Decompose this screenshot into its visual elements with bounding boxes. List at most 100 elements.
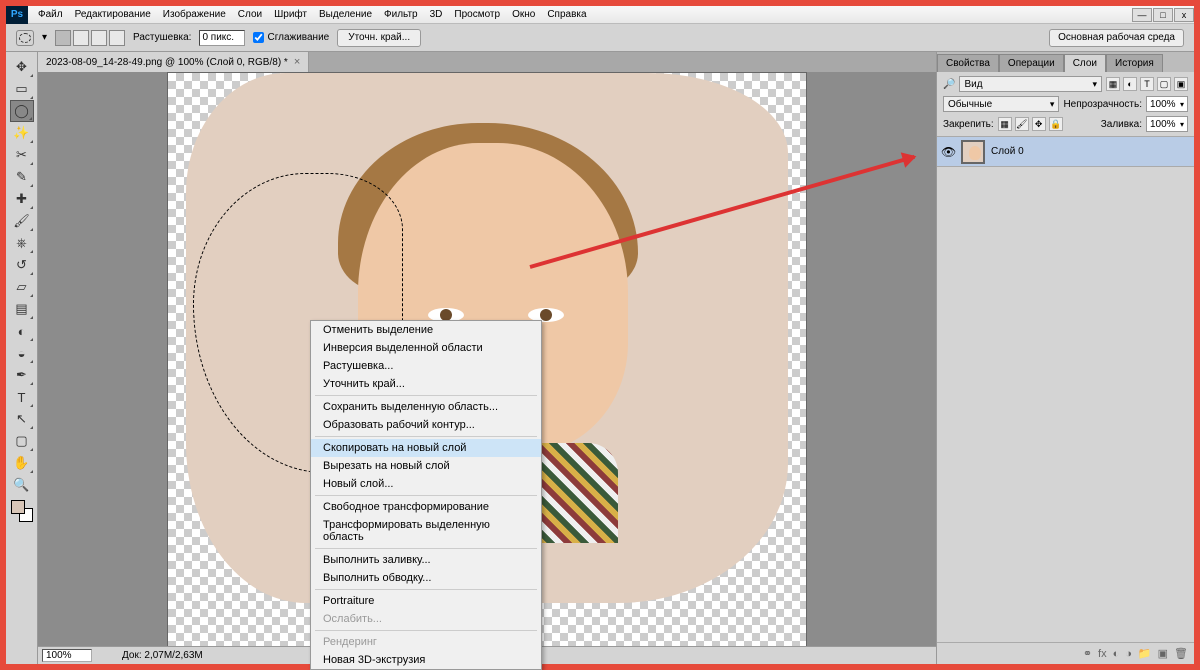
lock-move-icon[interactable]: ✥ (1032, 117, 1046, 131)
antialias-checkbox[interactable]: Сглаживание (253, 32, 329, 43)
context-menu-item[interactable]: Отменить выделение (311, 321, 541, 339)
menu-layers[interactable]: Слои (238, 9, 262, 20)
context-menu-item[interactable]: Уточнить край... (311, 375, 541, 393)
lasso-tool-icon[interactable] (16, 30, 34, 46)
menu-3d[interactable]: 3D (430, 9, 443, 20)
context-menu-item[interactable]: Новый слой... (311, 475, 541, 493)
document-tab[interactable]: 2023-08-09_14-28-49.png @ 100% (Слой 0, … (38, 52, 309, 72)
search-icon[interactable]: 🔎 (943, 79, 955, 90)
shape-tool[interactable]: ▢ (10, 430, 34, 452)
zoom-level[interactable]: 100% (42, 649, 92, 662)
tab-history[interactable]: История (1106, 54, 1163, 72)
feather-input[interactable] (199, 30, 245, 46)
context-menu[interactable]: Отменить выделениеИнверсия выделенной об… (310, 320, 542, 670)
context-menu-item[interactable]: Выполнить обводку... (311, 569, 541, 587)
eyedropper-tool[interactable]: ✎ (10, 166, 34, 188)
close-button[interactable]: x (1174, 8, 1194, 22)
right-panels: Свойства Операции Слои История 🔎 Вид ▦ ◐… (936, 52, 1194, 664)
context-menu-item[interactable]: Скопировать на новый слой (311, 439, 541, 457)
layer-thumbnail[interactable] (961, 140, 985, 164)
history-brush-tool[interactable]: ↺ (10, 254, 34, 276)
lock-trans-icon[interactable]: ▦ (998, 117, 1012, 131)
workspace-button[interactable]: Основная рабочая среда (1049, 29, 1184, 47)
delete-layer-icon[interactable]: 🗑 (1174, 647, 1188, 660)
tab-layers[interactable]: Слои (1064, 54, 1106, 72)
visibility-eye-icon[interactable]: 👁 (941, 145, 955, 159)
filter-type-icon[interactable]: T (1140, 77, 1154, 91)
blur-tool[interactable]: ◐ (10, 320, 34, 342)
selection-add-button[interactable] (73, 30, 89, 46)
opacity-input[interactable]: 100% (1146, 96, 1188, 112)
menu-image[interactable]: Изображение (163, 9, 226, 20)
marquee-tool[interactable]: ▭ (10, 78, 34, 100)
context-menu-item[interactable]: Растушевка... (311, 357, 541, 375)
fg-color-swatch[interactable] (11, 500, 25, 514)
dropdown-arrow-icon[interactable]: ▾ (42, 32, 47, 43)
filter-shape-icon[interactable]: ▢ (1157, 77, 1171, 91)
menu-edit[interactable]: Редактирование (75, 9, 151, 20)
lock-paint-icon[interactable]: 🖌 (1015, 117, 1029, 131)
filter-pixel-icon[interactable]: ▦ (1106, 77, 1120, 91)
hand-tool[interactable]: ✋ (10, 452, 34, 474)
group-icon[interactable]: 📁 (1138, 647, 1152, 660)
layer-row[interactable]: 👁 Слой 0 (937, 137, 1194, 167)
context-menu-item[interactable]: Новая 3D-экструзия (311, 651, 541, 669)
context-menu-item: Рендеринг (311, 633, 541, 651)
context-menu-item[interactable]: Выполнить заливку... (311, 551, 541, 569)
link-layers-icon[interactable]: ⚭ (1083, 647, 1092, 660)
layers-panel-footer: ⚭ fx ◐ ◑ 📁 ▣ 🗑 (937, 642, 1194, 664)
refine-edge-button[interactable]: Уточн. край... (337, 29, 421, 47)
menu-file[interactable]: Файл (38, 9, 63, 20)
context-menu-item[interactable]: Инверсия выделенной области (311, 339, 541, 357)
layer-name[interactable]: Слой 0 (991, 146, 1024, 157)
context-menu-item[interactable]: Трансформировать выделенную область (311, 516, 541, 546)
context-menu-item[interactable]: Сохранить выделенную область... (311, 398, 541, 416)
dodge-tool[interactable]: ◒ (10, 342, 34, 364)
filter-smart-icon[interactable]: ▣ (1174, 77, 1188, 91)
text-tool[interactable]: T (10, 386, 34, 408)
menu-help[interactable]: Справка (547, 9, 586, 20)
context-menu-item[interactable]: Свободное трансформирование (311, 498, 541, 516)
context-menu-item[interactable]: Portraiture (311, 592, 541, 610)
antialias-check-input[interactable] (253, 32, 264, 43)
lock-all-icon[interactable]: 🔒 (1049, 117, 1063, 131)
lasso-tool[interactable]: ◯ (10, 100, 34, 122)
menu-filter[interactable]: Фильтр (384, 9, 418, 20)
gradient-tool[interactable]: ▤ (10, 298, 34, 320)
fx-icon[interactable]: fx (1098, 648, 1107, 660)
stamp-tool[interactable]: ⎈ (10, 232, 34, 254)
move-tool[interactable]: ✥ (10, 56, 34, 78)
selection-intersect-button[interactable] (109, 30, 125, 46)
layer-kind-dropdown[interactable]: Вид (959, 76, 1102, 92)
crop-tool[interactable]: ✂ (10, 144, 34, 166)
menu-view[interactable]: Просмотр (454, 9, 500, 20)
new-layer-icon[interactable]: ▣ (1158, 647, 1168, 660)
heal-tool[interactable]: ✚ (10, 188, 34, 210)
eraser-tool[interactable]: ▱ (10, 276, 34, 298)
selection-new-button[interactable] (55, 30, 71, 46)
color-swatches[interactable] (11, 500, 33, 522)
zoom-tool[interactable]: 🔍 (10, 474, 34, 496)
mask-icon[interactable]: ◐ (1113, 648, 1120, 660)
context-menu-item[interactable]: Вырезать на новый слой (311, 457, 541, 475)
fill-input[interactable]: 100% (1146, 116, 1188, 132)
maximize-button[interactable]: □ (1153, 8, 1173, 22)
menu-window[interactable]: Окно (512, 9, 535, 20)
menu-select[interactable]: Выделение (319, 9, 372, 20)
context-menu-item[interactable]: Образовать рабочий контур... (311, 416, 541, 434)
pen-tool[interactable]: ✒ (10, 364, 34, 386)
path-tool[interactable]: ↖ (10, 408, 34, 430)
minimize-button[interactable]: — (1132, 8, 1152, 22)
brush-tool[interactable]: 🖌 (10, 210, 34, 232)
document-tab-title: 2023-08-09_14-28-49.png @ 100% (Слой 0, … (46, 57, 288, 68)
menu-type[interactable]: Шрифт (274, 9, 307, 20)
magic-wand-tool[interactable]: ✨ (10, 122, 34, 144)
blend-mode-dropdown[interactable]: Обычные (943, 96, 1059, 112)
close-tab-icon[interactable]: × (294, 56, 300, 68)
adjustment-icon[interactable]: ◑ (1125, 648, 1132, 660)
tab-properties[interactable]: Свойства (937, 54, 999, 72)
filter-adjust-icon[interactable]: ◐ (1123, 77, 1137, 91)
context-menu-separator (315, 630, 537, 631)
selection-subtract-button[interactable] (91, 30, 107, 46)
tab-actions[interactable]: Операции (999, 54, 1064, 72)
